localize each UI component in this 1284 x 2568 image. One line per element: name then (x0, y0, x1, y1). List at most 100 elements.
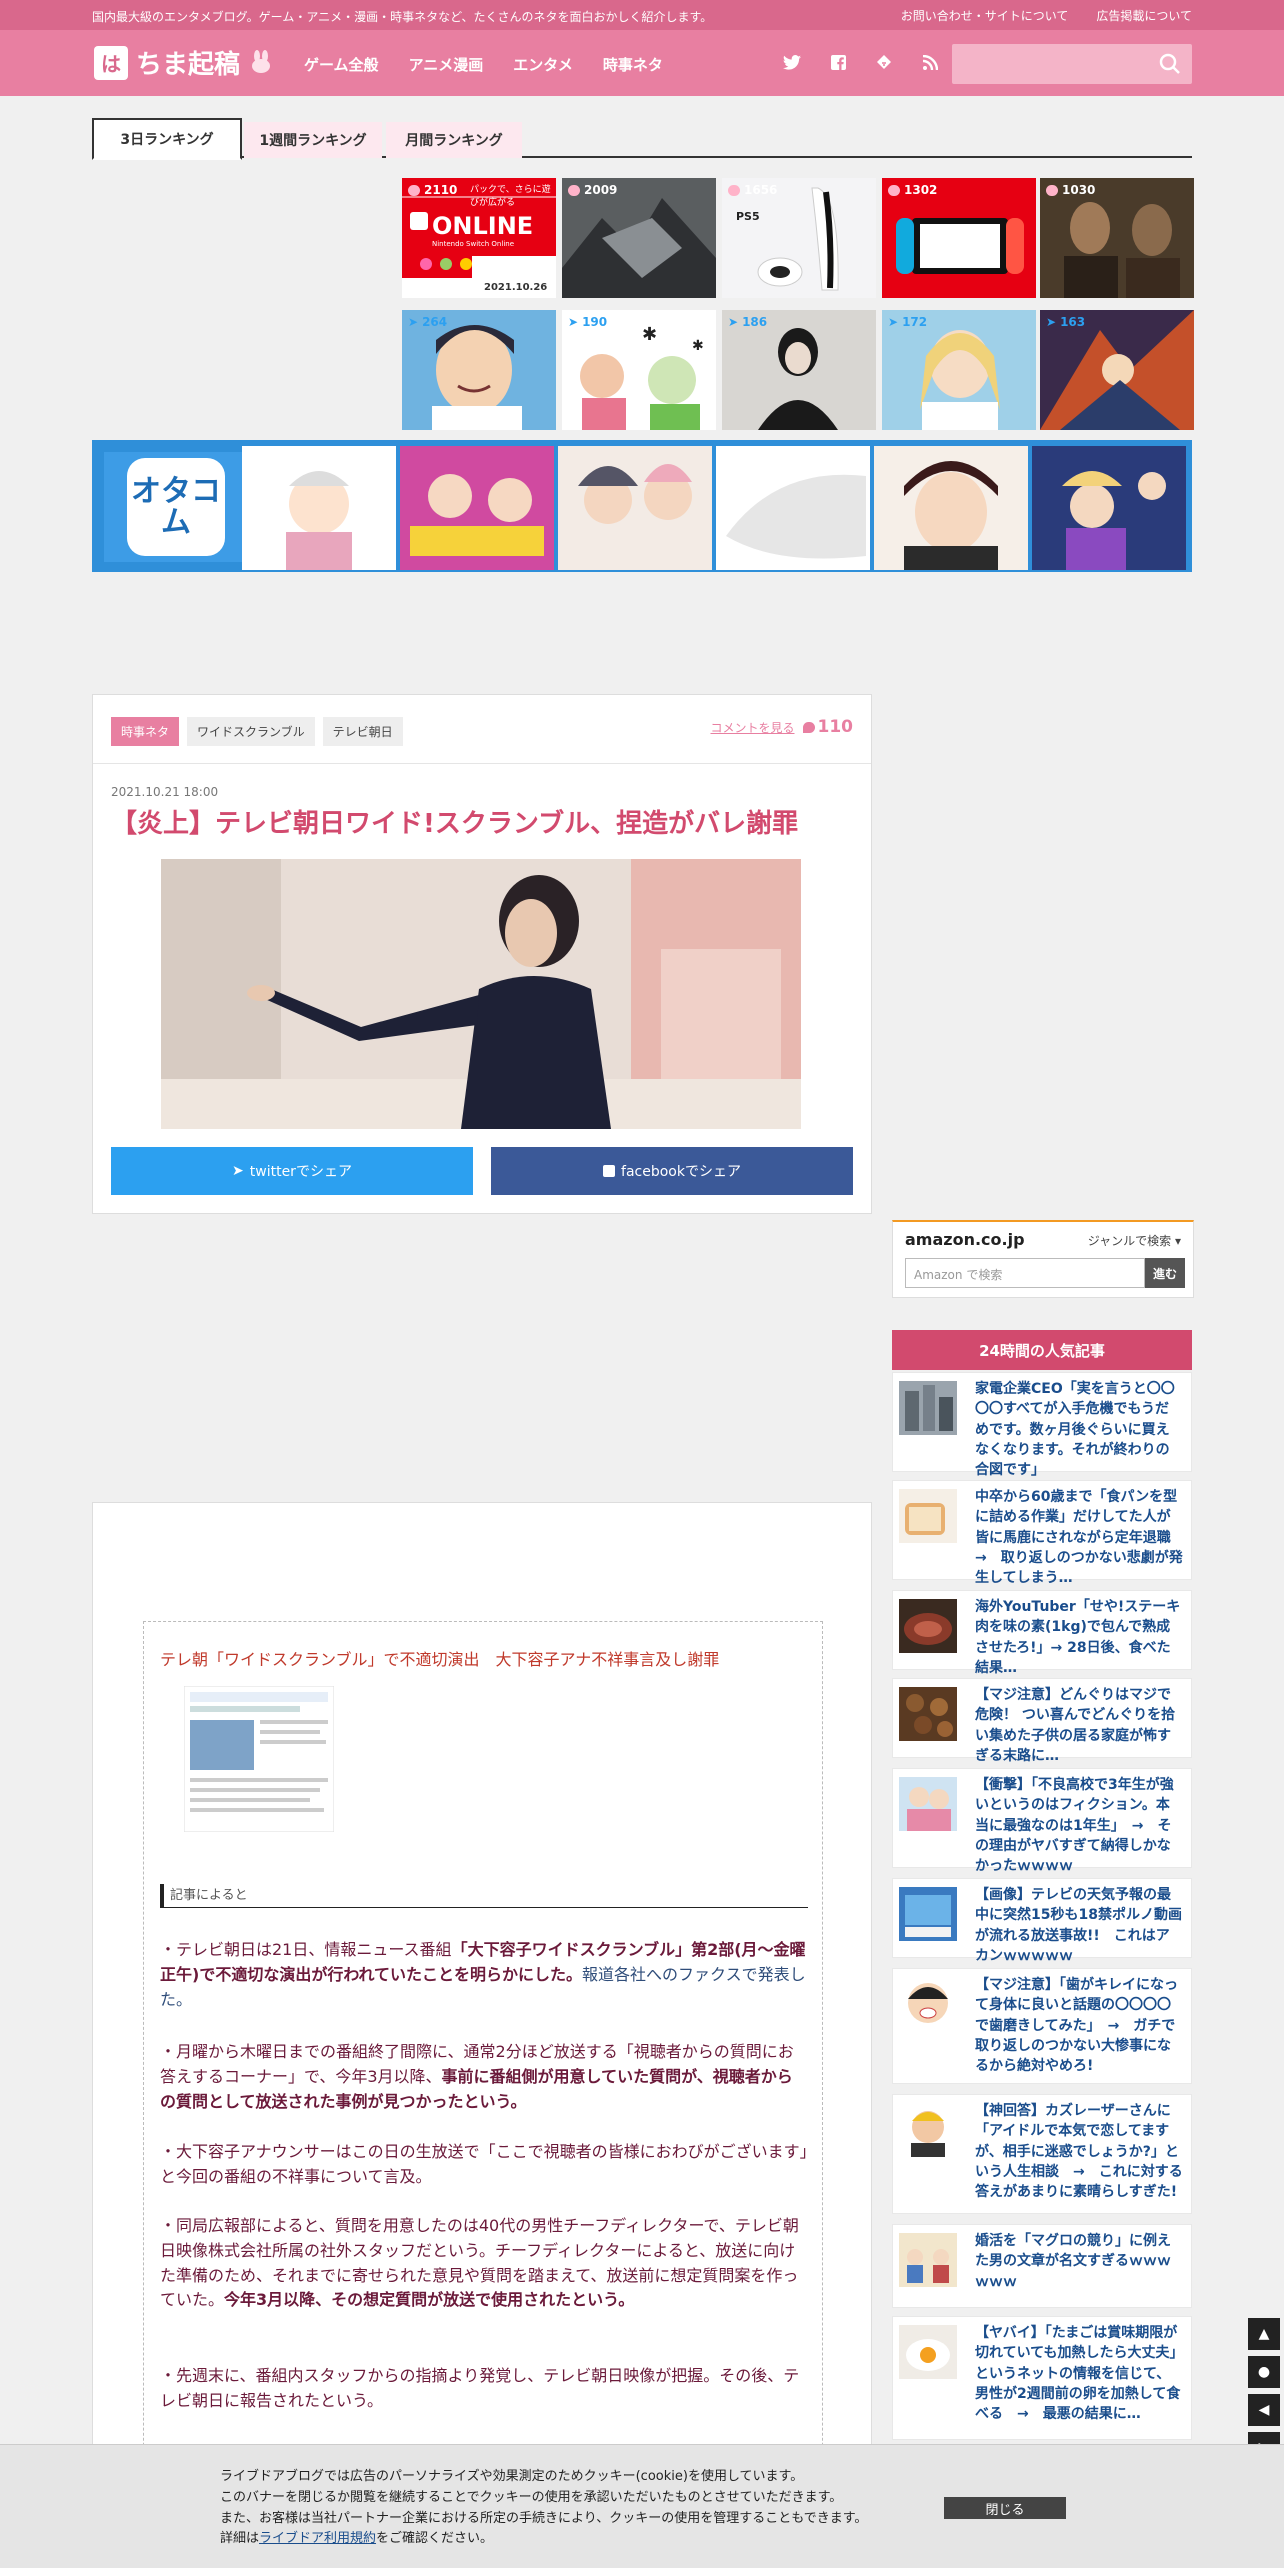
popular-item[interactable]: 【神回答】カズレーザーさんに「アイドルで本気で恋してますが、相手に迷惑でしょうか… (892, 2094, 1192, 2214)
tab-1week[interactable]: 1週間ランキング (244, 122, 382, 158)
source-thumbnail[interactable] (184, 1686, 334, 1832)
tweet-count-badge: ➤ 163 (1046, 315, 1086, 329)
popular-thumbnail (899, 2233, 957, 2287)
popular-item-title: 【マジ注意】どんぐりはマジで危険！ つい喜んでどんぐりを拾い集めた子供の居る家庭… (975, 1687, 1176, 1764)
tab-3day[interactable]: 3日ランキング (92, 118, 242, 160)
cookie-message: ライブドアブログでは広告のパーソナライズや効果測定のためクッキー(cookie)… (220, 2469, 868, 2547)
contact-link[interactable]: お問い合わせ・サイトについて (901, 7, 1069, 24)
comment-icon (728, 184, 740, 196)
ranking-item[interactable]: ➤ 264 (402, 310, 556, 430)
twitter-icon[interactable] (780, 50, 804, 74)
popular-thumbnail (899, 1777, 957, 1831)
comment-icon (1046, 184, 1058, 196)
keyword-tag[interactable]: ワイドスクランブル (187, 717, 315, 746)
banner-thumbnail (242, 446, 396, 570)
ranking-thumb-brand: ONLINE (432, 212, 534, 240)
popular-item[interactable]: 【画像】テレビの天気予報の最中に突然15秒も18禁ポルノ動画が流れる放送事故!!… (892, 1878, 1192, 1964)
tweet-count-badge: ➤ 190 (568, 315, 608, 329)
ranking-item[interactable]: 1302 (882, 178, 1036, 298)
popular-thumbnail (899, 2103, 957, 2157)
otacom-logo: オタコム (104, 452, 248, 562)
popular-item[interactable]: 家電企業CEO「実を言うと〇〇〇〇すべてが入手危機でもうだめです。数ヶ月後ぐらい… (892, 1372, 1192, 1478)
cookie-close-button[interactable]: 閉じる (944, 2497, 1066, 2519)
amazon-search-button[interactable]: 進む (1145, 1258, 1185, 1288)
ranking-item[interactable]: ➤ 172 (882, 310, 1036, 430)
article-title: 【炎上】テレビ朝日ワイド!スクランブル、捏造がバレ謝罪 (111, 809, 799, 839)
comment-icon[interactable]: ● (1248, 2356, 1280, 2388)
nav-entame[interactable]: エンタメ (513, 54, 573, 75)
facebook-icon (603, 1165, 616, 1177)
ranking-item[interactable]: PS5 1656 (722, 178, 876, 298)
popular-item[interactable]: 【マジ注意】どんぐりはマジで危険！ つい喜んでどんぐりを拾い集めた子供の居る家庭… (892, 1678, 1192, 1764)
popular-item-title: 【画像】テレビの天気予報の最中に突然15秒も18禁ポルノ動画が流れる放送事故!!… (975, 1887, 1182, 1964)
view-comments-link[interactable]: コメントを見る (710, 719, 794, 736)
amazon-search-widget: amazon.co.jp ジャンルで検索 ▾ Amazon で検索 進む (892, 1220, 1194, 1298)
banner-thumbnail (1032, 446, 1186, 570)
nav-news[interactable]: 時事ネタ (603, 54, 663, 75)
site-logo[interactable]: は ちま起稿 (94, 44, 274, 81)
site-tagline: 国内最大級のエンタメブログ。ゲーム・アニメ・漫画・時事ネタなど、たくさんのネタを… (92, 10, 713, 24)
ranking-item[interactable]: ➤ 186 (722, 310, 876, 430)
comment-icon (802, 721, 815, 733)
terms-link[interactable]: ライブドア利用規約 (259, 2531, 376, 2546)
article-card: 時事ネタ ワイドスクランブル テレビ朝日 コメントを見る 110 2021.10… (92, 694, 872, 1214)
banner-thumbnail (558, 446, 712, 570)
feedly-icon[interactable] (872, 50, 896, 74)
facebook-share-button[interactable]: facebookでシェア (491, 1147, 853, 1195)
popular-item-title: 婚活を「マグロの競り」に例えた男の文章が名文すぎるｗｗｗｗｗｗ (975, 2233, 1171, 2290)
arrow-up-icon[interactable]: ▲ (1248, 2318, 1280, 2350)
ranking-item[interactable]: パックで、さらに遊びが広がる ONLINE Nintendo Switch On… (402, 178, 556, 298)
twitter-icon: ➤ (232, 1163, 244, 1179)
cookie-banner: ライブドアブログでは広告のパーソナライズや効果測定のためクッキー(cookie)… (0, 2444, 1284, 2568)
banner-thumbnail (400, 446, 554, 570)
ranking-item[interactable]: ✱ ✱ ➤ 190 (562, 310, 716, 430)
popular-item[interactable]: 【ヤバイ】「たまごは賞味期限が切れていても加熱したら大丈夫」というネットの情報を… (892, 2316, 1192, 2440)
ranking-item[interactable]: 2009 (562, 178, 716, 298)
popular-item-title: 中卒から60歳まで「食パンを型に詰める作業」だけしてた人が皆に馬鹿にされながら定… (975, 1489, 1185, 1587)
popular-thumbnail (899, 1977, 957, 2031)
logo-text: ちま起稿 (136, 50, 241, 80)
ranking-thumb-date: 2021.10.26 (484, 282, 548, 293)
twitter-share-button[interactable]: ➤ twitterでシェア (111, 1147, 473, 1195)
ranking-item[interactable]: ➤ 163 (1040, 310, 1194, 430)
source-title-link[interactable]: テレ朝「ワイドスクランブル」で不適切演出 大下容子アナ不祥事言及し謝罪 (160, 1646, 719, 1670)
search-icon[interactable] (1158, 52, 1182, 76)
rss-icon[interactable] (918, 50, 942, 74)
comment-icon (408, 184, 420, 196)
popular-item[interactable]: 海外YouTuber「せや!ステーキ肉を味の素(1kg)で包んで熟成させたろ!」… (892, 1590, 1192, 1676)
quoted-source: テレ朝「ワイドスクランブル」で不適切演出 大下容子アナ不祥事言及し謝罪 記事によ… (143, 1621, 823, 2568)
twitter-icon: ➤ (1046, 315, 1057, 329)
body-paragraph: ・先週末に、番組内スタッフからの指摘より発覚し、テレビ朝日映像が把握。その後、テ… (160, 2366, 800, 2410)
popular-item-title: 【衝撃】「不良高校で3年生が強いというのはフィクション。本当に最強なのは1年生」… (975, 1777, 1174, 1875)
body-paragraph: ・月曜から木曜日までの番組終了間際に、通常2分ほど放送する「視聴者からの質問にお… (160, 2042, 794, 2111)
comment-count-badge: 1656 (728, 183, 777, 197)
popular-thumbnail (899, 1599, 957, 1653)
popular-item[interactable]: 【衝撃】「不良高校で3年生が強いというのはフィクション。本当に最強なのは1年生」… (892, 1768, 1192, 1874)
popular-item[interactable]: 【マジ注意】「歯がキレイになって身体に良いと話題の〇〇〇〇で歯磨きしてみた」 →… (892, 1968, 1192, 2084)
nav-games[interactable]: ゲーム全般 (304, 54, 379, 75)
search-input[interactable] (952, 44, 1192, 84)
popular-heading: 24時間の人気記事 (892, 1330, 1192, 1370)
popular-item-title: 家電企業CEO「実を言うと〇〇〇〇すべてが入手危機でもうだめです。数ヶ月後ぐらい… (975, 1381, 1175, 1479)
category-tag[interactable]: 時事ネタ (111, 717, 180, 746)
site-header: は ちま起稿 ゲーム全般 アニメ漫画 エンタメ 時事ネタ (0, 30, 1284, 96)
popular-thumbnail (899, 1381, 957, 1435)
tab-month[interactable]: 月間ランキング (386, 122, 522, 158)
keyword-tag[interactable]: テレビ朝日 (322, 717, 403, 746)
popular-item-title: 海外YouTuber「せや!ステーキ肉を味の素(1kg)で包んで熟成させたろ!」… (975, 1599, 1181, 1676)
popular-item[interactable]: 中卒から60歳まで「食パンを型に詰める作業」だけしてた人が皆に馬鹿にされながら定… (892, 1480, 1192, 1586)
facebook-icon[interactable] (826, 50, 850, 74)
otacom-banner[interactable]: オタコム (92, 440, 1192, 572)
genre-select[interactable]: ジャンルで検索 ▾ (1088, 1232, 1181, 1249)
ranking-tabs: 3日ランキング 1週間ランキング 月間ランキング (92, 118, 1192, 160)
comment-icon (568, 184, 580, 196)
twitter-icon: ➤ (568, 315, 579, 329)
nav-anime[interactable]: アニメ漫画 (409, 54, 484, 75)
popular-item[interactable]: 婚活を「マグロの競り」に例えた男の文章が名文すぎるｗｗｗｗｗｗ (892, 2224, 1192, 2308)
comment-icon (888, 184, 900, 196)
amazon-search-input[interactable]: Amazon で検索 (905, 1258, 1145, 1288)
amazon-logo: amazon.co.jp (905, 1230, 1025, 1249)
ads-link[interactable]: 広告掲載について (1096, 7, 1192, 24)
ranking-item[interactable]: 1030 (1040, 178, 1194, 298)
arrow-left-icon[interactable]: ◀ (1248, 2394, 1280, 2426)
